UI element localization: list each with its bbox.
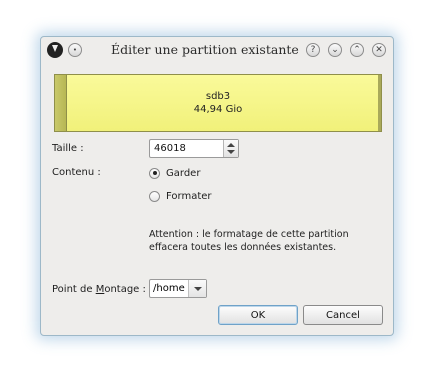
maximize-icon[interactable]: ⌃ (350, 43, 364, 57)
warning-line-1: Attention : le formatage de cette partit… (149, 229, 349, 240)
ok-button[interactable]: OK (218, 305, 298, 325)
app-menu-icon[interactable] (47, 42, 63, 58)
chevron-down-icon (194, 287, 202, 291)
title-bar[interactable]: • Éditer une partition existante ? ⌄ ⌃ ✕ (41, 37, 393, 63)
edit-partition-dialog: • Éditer une partition existante ? ⌄ ⌃ ✕… (40, 36, 394, 336)
mount-point-label: Point de Montage : (52, 284, 146, 295)
combo-dropdown-button[interactable] (188, 280, 206, 297)
radio-keep-indicator[interactable] (149, 167, 160, 179)
spin-up-icon[interactable] (227, 143, 235, 147)
minimize-icon[interactable]: ⌄ (328, 43, 342, 57)
close-icon[interactable]: ✕ (372, 43, 386, 57)
partition-size: 44,94 Gio (193, 104, 243, 115)
radio-format-indicator[interactable] (149, 190, 160, 202)
resize-handle-left[interactable] (55, 75, 67, 131)
content-label: Contenu : (52, 167, 101, 178)
cancel-button[interactable]: Cancel (303, 305, 383, 325)
radio-format[interactable]: Formater (149, 189, 212, 203)
radio-keep[interactable]: Garder (149, 166, 200, 180)
format-warning: Attention : le formatage de cette partit… (149, 228, 369, 254)
radio-format-label[interactable]: Formater (166, 191, 212, 202)
mount-point-value: /home (153, 283, 185, 294)
help-icon[interactable]: ? (306, 43, 320, 57)
window-title: Éditer une partition existante (111, 42, 299, 57)
size-label: Taille : (52, 143, 84, 154)
resize-handle-right[interactable] (378, 75, 381, 131)
spin-buttons[interactable] (223, 140, 238, 157)
size-spinbox[interactable] (149, 139, 239, 158)
size-input[interactable] (150, 140, 224, 157)
mount-point-combo[interactable]: /home (149, 279, 207, 298)
partition-resize-bar[interactable]: sdb3 44,94 Gio (54, 74, 382, 132)
partition-name: sdb3 (205, 91, 231, 102)
sticky-icon[interactable]: • (68, 43, 82, 57)
spin-down-icon[interactable] (227, 150, 235, 154)
warning-line-2: effacera toutes les données existantes. (149, 242, 337, 253)
radio-keep-label[interactable]: Garder (166, 168, 200, 179)
